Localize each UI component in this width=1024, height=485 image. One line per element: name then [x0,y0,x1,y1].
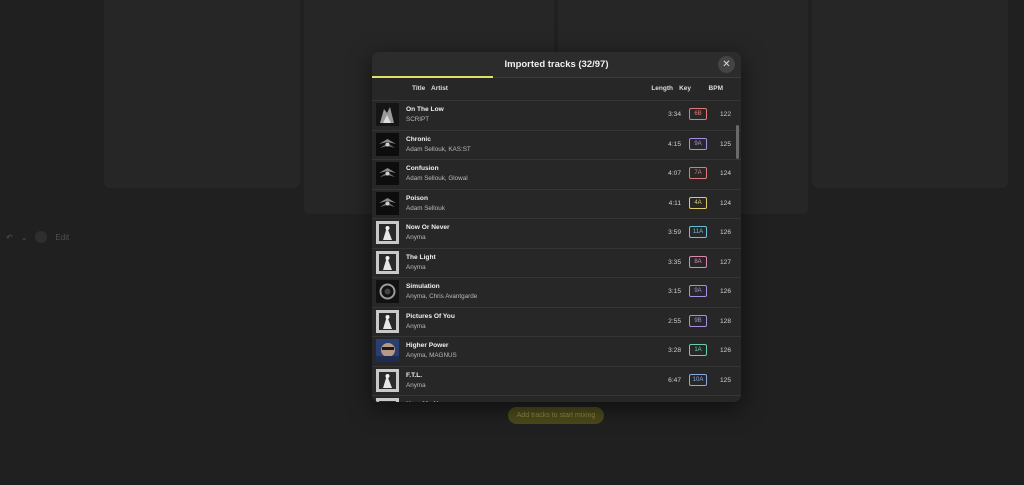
track-list[interactable]: On The Low SCRIPT 3:34 6B 122 Chronic Adam Sel… [372,100,741,402]
track-title: On The Low [406,106,444,113]
track-length: 6:47 [668,376,681,384]
modal-title: Imported tracks (32/97) [504,59,609,70]
key-badge: 8A [689,255,707,268]
key-badge: 10A [689,373,707,386]
track-artist: Anyma, Chris Avantgarde [406,293,478,300]
album-art [376,221,399,244]
album-art [376,191,399,215]
track-length: 2:55 [668,317,681,325]
key-badge: 11A [689,226,707,238]
key-badge: 4A [689,196,707,209]
track-bpm: 128 [719,317,731,325]
table-row[interactable]: On The Low SCRIPT 3:34 6B 122 [372,100,741,130]
add-tracks-button[interactable]: Add tracks to start mixing [508,407,604,424]
track-length: 4:07 [668,170,681,177]
track-artist: Anyma [406,263,426,271]
track-title: Pictures Of You [406,312,455,320]
table-row[interactable]: Poison Adam Sellouk 4:11 4A 124 [372,188,741,219]
avatar [35,231,48,243]
track-bpm: 126 [719,229,731,236]
key-badge: 1A [689,344,707,356]
table-row[interactable]: The Light Anyma 3:35 8A 127 [372,247,741,278]
key-badge: 7A [689,167,707,179]
track-artist: Adam Sellouk, Glowal [406,175,468,182]
track-length: 3:59 [668,229,681,236]
background-toolbar: ↶ ⌄ Edit [6,231,69,243]
track-bpm: 125 [719,140,731,148]
track-title: F.T.L. [406,371,423,379]
track-title: Chronic [406,135,431,143]
track-length: 3:34 [668,111,681,118]
table-row[interactable]: F.T.L. Anyma 6:47 10A 125 [372,365,741,396]
column-title[interactable]: Title [412,85,425,92]
album-art [376,339,399,362]
scrollbar[interactable] [736,125,739,159]
album-art [376,280,399,303]
background-panel-1 [104,0,300,188]
key-badge: 9B [689,314,707,327]
close-button[interactable]: ✕ [718,56,735,73]
track-artist: Adam Sellouk [406,204,445,212]
key-badge: 6B [689,108,707,120]
track-artist: Anyma [406,322,426,330]
track-title: Hear Me Now [406,401,447,402]
track-length: 4:15 [668,140,681,148]
track-artist: Anyma [406,234,426,241]
track-bpm: 124 [719,170,731,177]
album-art [376,398,399,402]
background-panel-4 [812,0,1008,188]
dropdown-icon: ⌄ [20,232,28,242]
track-length: 3:28 [668,347,681,354]
track-title: Poison [406,194,428,202]
track-length: 3:35 [668,258,681,266]
table-row[interactable]: Hear Me NowAnyma, Rebūke, Karin Park3:49… [372,395,741,402]
track-title: The Light [406,253,436,261]
track-length: 4:11 [668,199,681,207]
track-length: 3:15 [668,288,681,295]
track-artist: SCRIPT [406,116,430,123]
track-bpm: 127 [719,258,731,266]
table-row[interactable]: Confusion Adam Sellouk, Glowal 4:07 7A 124 [372,159,741,189]
track-title: Confusion [406,165,439,172]
key-badge: 9A [689,137,707,150]
track-bpm: 126 [719,288,731,295]
imported-tracks-modal: Imported tracks (32/97) ✕ Title Artist L… [372,52,741,402]
track-artist: Anyma, MAGNUS [406,352,457,359]
table-row[interactable]: Now Or Never Anyma 3:59 11A 126 [372,218,741,248]
album-art [376,250,399,274]
key-badge: 9A [689,285,707,297]
track-title: Simulation [406,283,440,290]
table-row[interactable]: Chronic Adam Sellouk, KAS:ST 4:15 9A 125 [372,129,741,160]
album-art [376,103,399,126]
track-bpm: 124 [719,199,731,207]
toolbar-label: Edit [55,232,70,242]
column-header: Title Artist Length Key BPM [372,78,741,100]
table-row[interactable]: Higher Power Anyma, MAGNUS 3:28 1A 126 [372,336,741,366]
close-icon: ✕ [722,59,731,70]
track-bpm: 126 [719,347,731,354]
column-bpm[interactable]: BPM [709,85,723,92]
album-art [376,162,399,185]
album-art [376,368,399,392]
table-row[interactable]: Pictures Of You Anyma 2:55 9B 128 [372,306,741,337]
track-artist: Anyma [406,381,426,389]
track-title: Higher Power [406,342,449,349]
track-bpm: 122 [719,111,731,118]
track-title: Now Or Never [406,224,450,231]
album-art [376,132,399,156]
album-art [376,309,399,333]
column-key[interactable]: Key [679,85,691,92]
track-artist: Adam Sellouk, KAS:ST [406,145,471,153]
undo-icon: ↶ [6,232,13,242]
track-bpm: 125 [719,376,731,384]
column-length[interactable]: Length [651,85,673,92]
table-row[interactable]: Simulation Anyma, Chris Avantgarde 3:15 9A 1… [372,277,741,307]
modal-header: Imported tracks (32/97) ✕ [372,52,741,78]
column-artist[interactable]: Artist [431,85,448,92]
